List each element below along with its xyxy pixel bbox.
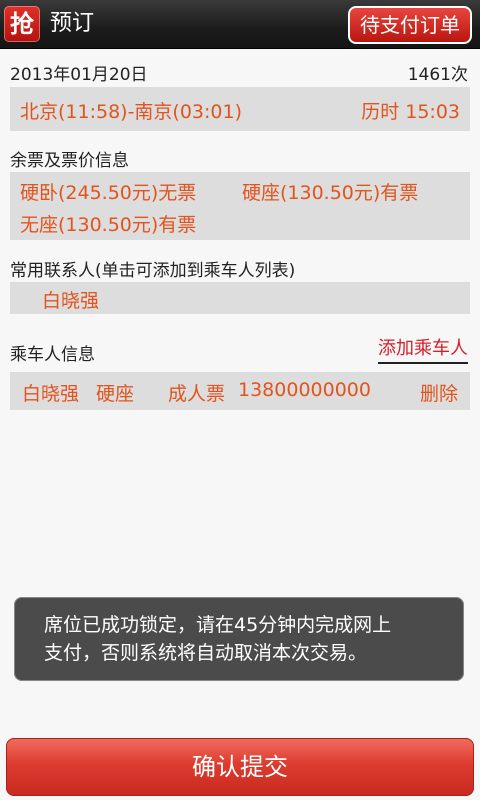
- contacts-panel: 白晓强: [10, 282, 470, 314]
- tickets-section-label: 余票及票价信息: [10, 151, 129, 171]
- delete-passenger-button[interactable]: 删除: [420, 379, 458, 406]
- ticket-no-seat: 无座(130.50元)有票: [20, 214, 197, 236]
- passenger-ticket-type: 成人票: [168, 383, 226, 405]
- trip-date: 2013年01月20日: [10, 65, 148, 85]
- contact-item[interactable]: 白晓强: [42, 286, 99, 313]
- title-bar: 抢 预订 待支付订单: [0, 0, 480, 49]
- passengers-section-label: 乘车人信息: [10, 345, 95, 365]
- passenger-seat: 硬座: [96, 383, 135, 405]
- toast-line-2: 支付，否则系统将自动取消本次交易。: [44, 642, 368, 664]
- train-number: 1461次: [407, 65, 468, 85]
- toast-line-1: 席位已成功锁定，请在45分钟内完成网上: [44, 614, 392, 636]
- page-title: 预订: [50, 11, 95, 36]
- pending-orders-button[interactable]: 待支付订单: [348, 6, 472, 44]
- add-passenger-link[interactable]: 添加乘车人: [378, 338, 468, 364]
- confirm-submit-button[interactable]: 确认提交: [6, 738, 474, 796]
- ticket-hard-seat: 硬座(130.50元)有票: [242, 182, 419, 204]
- duration-text: 历时 15:03: [361, 101, 460, 123]
- contacts-section-label: 常用联系人(单击可添加到乘车人列表): [10, 261, 296, 281]
- passenger-row: 白晓强 硬座 成人票 13800000000 删除: [10, 372, 470, 410]
- toast-message: 席位已成功锁定，请在45分钟内完成网上 支付，否则系统将自动取消本次交易。: [14, 597, 464, 681]
- route-panel: 北京(11:58)-南京(03:01) 历时 15:03: [10, 87, 470, 131]
- ticket-hard-sleeper: 硬卧(245.50元)无票: [20, 182, 197, 204]
- route-text: 北京(11:58)-南京(03:01): [20, 101, 243, 123]
- passenger-phone: 13800000000: [238, 379, 371, 401]
- passenger-name: 白晓强: [22, 383, 80, 405]
- app-logo-icon[interactable]: 抢: [4, 6, 40, 42]
- tickets-panel: 硬卧(245.50元)无票 硬座(130.50元)有票 无座(130.50元)有…: [10, 172, 470, 240]
